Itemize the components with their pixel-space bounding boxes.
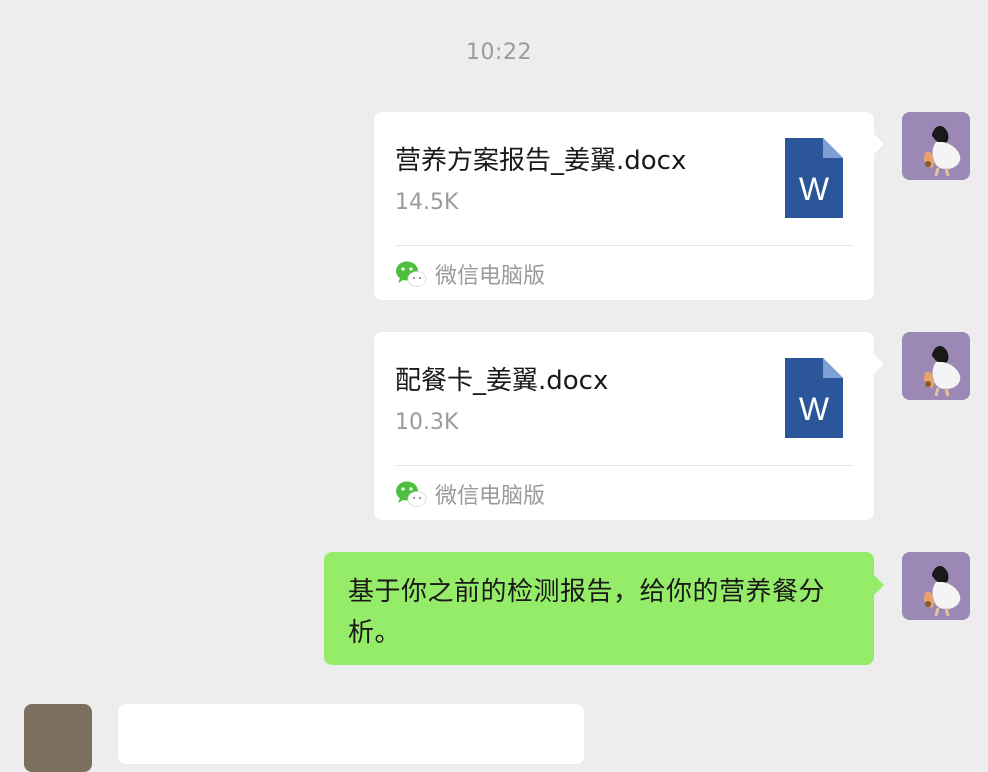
- source-label: 微信电脑版: [435, 484, 546, 509]
- incoming-message-bubble[interactable]: [118, 704, 584, 764]
- file-name: 配餐卡_姜翼.docx: [395, 366, 609, 396]
- word-doc-icon: W: [785, 358, 843, 438]
- avatar[interactable]: [902, 112, 970, 180]
- word-doc-icon: W: [785, 138, 843, 218]
- message-timestamp: 10:22: [466, 40, 532, 65]
- file-source: 微信电脑版: [395, 479, 545, 509]
- file-size: 14.5K: [395, 190, 459, 215]
- file-source: 微信电脑版: [395, 259, 545, 289]
- wechat-icon: [396, 481, 427, 507]
- card-divider: [395, 465, 854, 466]
- file-size: 10.3K: [395, 410, 459, 435]
- file-message-card[interactable]: 营养方案报告_姜翼.docx 14.5K W 微信电脑版: [374, 112, 884, 300]
- text-message-bubble[interactable]: 基于你之前的检测报告，给你的营养餐分析。: [324, 552, 884, 665]
- word-doc-icon-letter: W: [799, 171, 830, 207]
- word-doc-icon-letter: W: [799, 391, 830, 427]
- avatar-image: [902, 112, 970, 180]
- avatar[interactable]: [902, 552, 970, 620]
- source-label: 微信电脑版: [435, 264, 546, 289]
- card-divider: [395, 245, 854, 246]
- file-message-card[interactable]: 配餐卡_姜翼.docx 10.3K W 微信电脑版: [374, 332, 884, 520]
- wechat-icon: [396, 261, 427, 287]
- contact-avatar[interactable]: [24, 704, 92, 772]
- avatar-image: [902, 552, 970, 620]
- avatar-image: [902, 332, 970, 400]
- avatar[interactable]: [902, 332, 970, 400]
- message-text: 基于你之前的检测报告，给你的营养餐分析。: [348, 577, 826, 648]
- file-name: 营养方案报告_姜翼.docx: [395, 146, 687, 176]
